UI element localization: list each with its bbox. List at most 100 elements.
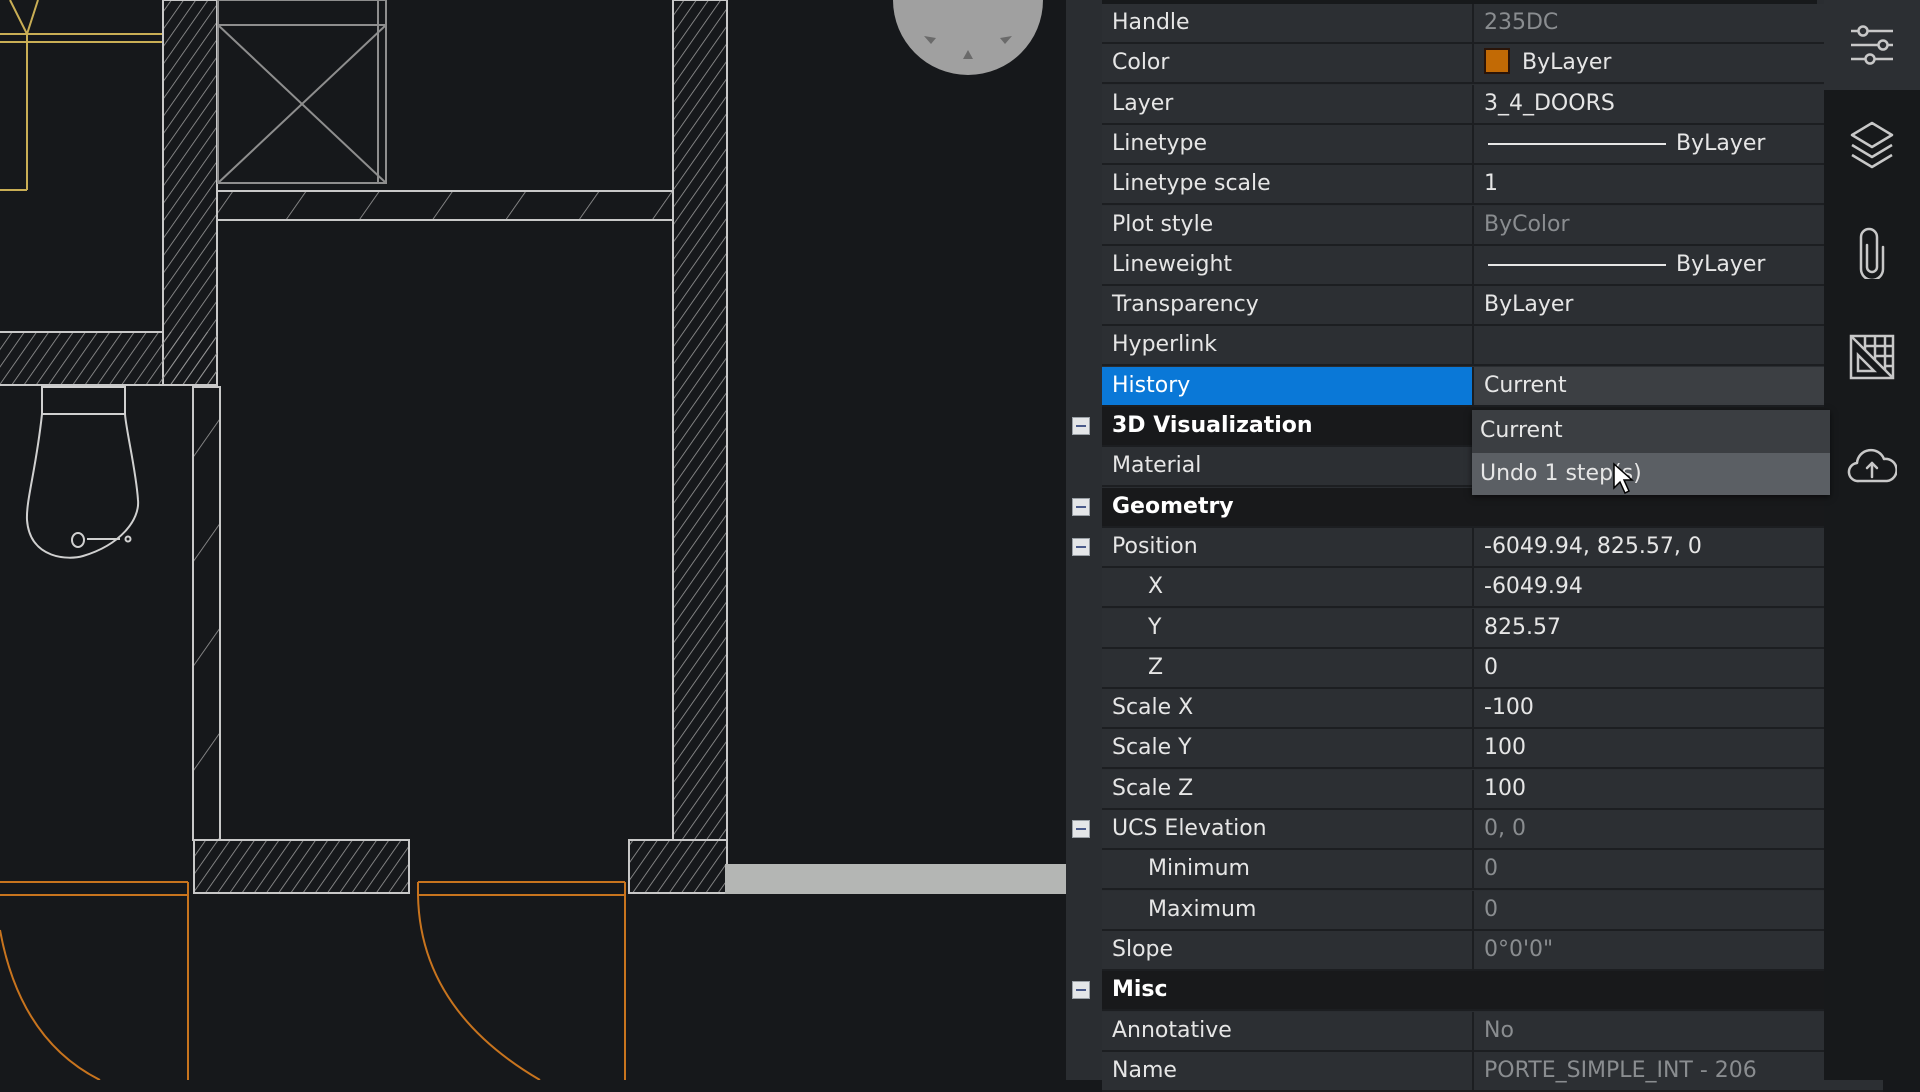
property-row-color[interactable]: Color ByLayer [1102, 44, 1883, 85]
property-value-text: 0, 0 [1484, 816, 1526, 841]
right-icon-bar [1824, 0, 1920, 1080]
property-row-layer[interactable]: Layer 3_4_DOORS [1102, 84, 1883, 125]
property-value[interactable]: 0°0'0" [1472, 930, 1883, 969]
toilet-fixture [25, 386, 140, 559]
attachments-panel-button[interactable] [1824, 208, 1920, 298]
property-label: Plot style [1112, 211, 1214, 237]
drawing-canvas[interactable] [0, 0, 1066, 1080]
properties-panel-button[interactable] [1824, 0, 1920, 90]
collapse-toggle-icon[interactable] [1072, 497, 1090, 516]
property-value[interactable]: 825.57 [1472, 608, 1883, 647]
property-label: Geometry [1112, 493, 1234, 519]
property-value[interactable]: 235DC [1472, 4, 1883, 42]
property-value-text: 0 [1484, 654, 1498, 680]
property-value-text: 100 [1484, 735, 1526, 761]
property-value[interactable]: 0 [1472, 648, 1883, 687]
property-row-position[interactable]: Position -6049.94, 825.57, 0 [1072, 527, 1883, 568]
collapse-toggle-icon[interactable] [1072, 417, 1090, 435]
property-row-lineweight[interactable]: Lineweight ByLayer [1102, 245, 1883, 286]
collapse-toggle-icon[interactable] [1072, 820, 1090, 838]
section-misc[interactable]: Misc [1072, 971, 1883, 1012]
property-label: Misc [1112, 977, 1168, 1003]
cloud-upload-button[interactable] [1824, 420, 1920, 510]
property-value[interactable]: ByLayer [1472, 124, 1883, 163]
property-row-scale-x[interactable]: Scale X -100 [1102, 689, 1883, 730]
property-row-hyperlink[interactable]: Hyperlink [1102, 326, 1883, 367]
property-value[interactable]: 100 [1472, 729, 1883, 768]
property-label: Annotative [1112, 1017, 1232, 1043]
property-value-text: ByLayer [1522, 50, 1612, 76]
property-row-name[interactable]: Name PORTE_SIMPLE_INT - 206 [1102, 1051, 1883, 1092]
property-value-text: -6049.94, 825.57, 0 [1484, 533, 1702, 559]
property-row-maximum[interactable]: Maximum 0 [1102, 890, 1883, 931]
property-value[interactable]: 3_4_DOORS [1472, 84, 1883, 123]
property-value-text: ByLayer [1676, 130, 1766, 156]
property-row-linetype-scale[interactable]: Linetype scale 1 [1102, 165, 1883, 206]
wall-horizontal-mid [216, 190, 674, 221]
property-value[interactable] [1472, 326, 1883, 365]
collapse-toggle-icon[interactable] [1072, 981, 1090, 1000]
property-label: Name [1112, 1057, 1177, 1083]
property-label: X [1148, 574, 1164, 600]
collapse-toggle-icon[interactable] [1072, 537, 1090, 556]
property-value-text: 100 [1484, 775, 1526, 801]
history-option-undo-1-step[interactable]: Undo 1 step(s) [1472, 453, 1830, 495]
property-row-ucs-elevation[interactable]: UCS Elevation 0, 0 [1072, 810, 1883, 850]
property-row-linetype[interactable]: Linetype ByLayer [1102, 124, 1883, 165]
property-row-slope[interactable]: Slope 0°0'0" [1102, 930, 1883, 971]
property-row-plot-style[interactable]: Plot style ByColor [1102, 205, 1883, 246]
property-row-transparency[interactable]: Transparency ByLayer [1102, 286, 1883, 327]
property-value-text: Current [1484, 372, 1567, 398]
property-label: Scale Z [1112, 775, 1194, 801]
property-value-text: -6049.94 [1484, 574, 1583, 600]
property-value[interactable]: No [1472, 1011, 1883, 1050]
history-dropdown-list[interactable]: Current Undo 1 step(s) [1472, 410, 1830, 495]
yellow-fixture [0, 0, 163, 191]
property-row-scale-y[interactable]: Scale Y 100 [1102, 729, 1883, 770]
property-row-x[interactable]: X -6049.94 [1102, 568, 1883, 609]
property-label: Minimum [1148, 856, 1250, 882]
property-value-text: 1 [1484, 171, 1498, 197]
selection-grip-bar[interactable] [725, 864, 1066, 894]
viewcube-compass[interactable] [893, 0, 1043, 75]
property-row-minimum[interactable]: Minimum 0 [1102, 850, 1883, 891]
drawing-explorer-button[interactable] [1824, 312, 1920, 402]
property-value-text: No [1484, 1017, 1514, 1043]
property-label: Z [1148, 654, 1164, 680]
property-value[interactable]: 0 [1472, 890, 1883, 929]
property-value[interactable]: -100 [1472, 689, 1883, 728]
property-label: Handle [1112, 10, 1190, 35]
property-row-z[interactable]: Z0 [1102, 648, 1883, 689]
property-row-scale-z[interactable]: Scale Z 100 [1102, 769, 1883, 810]
property-label: Linetype scale [1112, 171, 1271, 197]
layers-panel-button[interactable] [1824, 100, 1920, 190]
property-label: UCS Elevation [1112, 816, 1267, 841]
property-row-y[interactable]: Y 825.57 [1102, 608, 1883, 649]
property-label: Y [1148, 614, 1162, 640]
property-value[interactable]: ByLayer [1472, 44, 1883, 83]
property-value[interactable]: ByLayer [1472, 286, 1883, 325]
property-row-annotative[interactable]: Annotative No [1102, 1011, 1883, 1052]
property-value[interactable]: 0, 0 [1472, 810, 1883, 848]
history-option-current[interactable]: Current [1472, 410, 1830, 452]
property-value-text: ByLayer [1676, 251, 1766, 277]
property-value[interactable]: 0 [1472, 850, 1883, 889]
property-value[interactable]: -6049.94 [1472, 568, 1883, 607]
door-selected[interactable] [417, 881, 626, 1080]
property-value[interactable]: PORTE_SIMPLE_INT - 206 [1472, 1051, 1883, 1090]
property-row-handle[interactable]: Handle 235DC [1102, 4, 1883, 44]
property-label: History [1102, 366, 1472, 405]
property-label: Maximum [1148, 896, 1257, 922]
property-value[interactable]: 1 [1472, 165, 1883, 204]
property-value[interactable]: -6049.94, 825.57, 0 [1472, 527, 1883, 566]
property-value[interactable]: 100 [1472, 769, 1883, 808]
line-sample [1488, 142, 1666, 145]
layers-icon [1850, 121, 1894, 169]
property-label: Layer [1112, 90, 1174, 116]
property-value[interactable]: ByColor [1472, 205, 1883, 244]
property-value-text: 235DC [1484, 10, 1559, 35]
history-select[interactable]: Current [1472, 366, 1883, 405]
property-row-history[interactable]: History Current [1102, 366, 1883, 407]
property-label: Linetype [1112, 130, 1207, 156]
property-value[interactable]: ByLayer [1472, 245, 1883, 284]
